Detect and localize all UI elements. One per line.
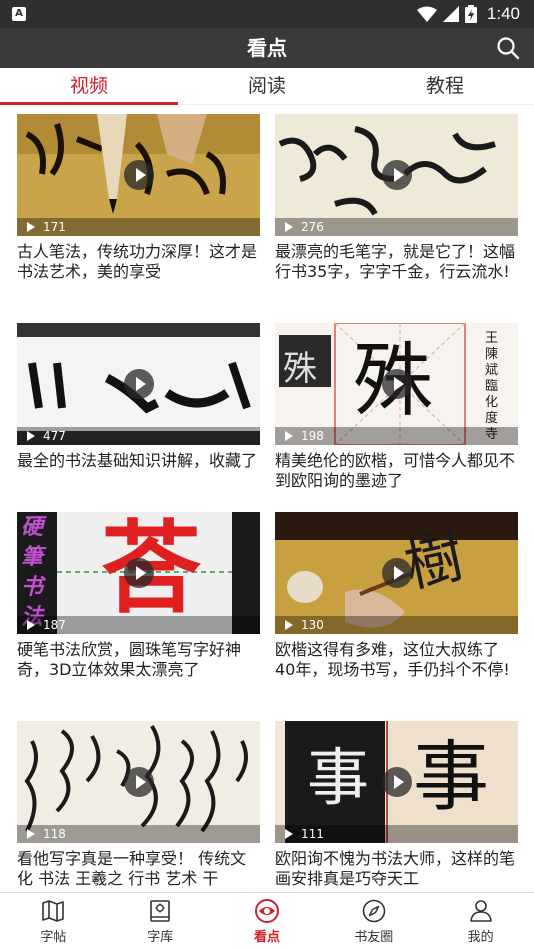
view-count: 276 (275, 218, 518, 236)
video-thumbnail[interactable]: 硬筆书法 荅 187 (17, 512, 260, 634)
video-thumbnail[interactable]: 171 (17, 114, 260, 236)
book-icon (150, 900, 170, 922)
wifi-icon (416, 6, 437, 22)
page-title: 看点 (247, 36, 287, 60)
status-bar: A 1:40 (0, 0, 534, 28)
views-icon (285, 829, 293, 839)
video-title[interactable]: 看他写字真是一种享受！ 传统文化 书法 王羲之 行书 艺术 干 (17, 849, 260, 889)
video-grid: 171 古人笔法，传统功力深厚！这才是书法艺术，美的享受 276 最漂亮的毛笔字… (0, 106, 534, 892)
video-title[interactable]: 最漂亮的毛笔字，就是它了！这幅行书35字，字字千金，行云流水! (275, 242, 518, 282)
video-card[interactable]: 276 最漂亮的毛笔字，就是它了！这幅行书35字，字字千金，行云流水! (275, 114, 518, 282)
compass-icon (362, 899, 386, 923)
video-title[interactable]: 欧阳询不愧为书法大师，这样的笔画安排真是巧夺天工 (275, 849, 518, 889)
play-icon[interactable] (381, 369, 412, 399)
nav-item-watch[interactable]: 看点 (214, 893, 321, 950)
video-title[interactable]: 古人笔法，传统功力深厚！这才是书法艺术，美的享受 (17, 242, 260, 282)
video-card[interactable]: 樹 130 欧楷这得有多难，这位大叔练了40年，现场书写，手仍抖个不停! (275, 512, 518, 680)
video-card[interactable]: 殊 殊 王陳斌臨化度寺 198 精美绝伦的欧楷，可惜今人都见不到欧阳询的墨迹了 (275, 323, 518, 491)
notification-icon: A (12, 7, 26, 21)
nav-label: 字库 (147, 930, 174, 945)
map-icon (42, 900, 65, 922)
nav-label: 字帖 (40, 930, 67, 945)
search-icon[interactable] (496, 36, 520, 60)
views-icon (285, 222, 293, 232)
play-icon[interactable] (123, 558, 154, 588)
view-count: 171 (17, 218, 260, 236)
thumb-side-text: 硬筆书法 (21, 514, 44, 630)
nav-label: 看点 (253, 930, 280, 945)
video-title[interactable]: 精美绝伦的欧楷，可惜今人都见不到欧阳询的墨迹了 (275, 451, 518, 491)
video-card[interactable]: 171 古人笔法，传统功力深厚！这才是书法艺术，美的享受 (17, 114, 260, 282)
thumb-right-char: 事 (413, 732, 489, 821)
views-icon (27, 620, 35, 630)
views-icon (285, 620, 293, 630)
nav-label: 我的 (467, 930, 494, 945)
video-thumbnail[interactable]: 276 (275, 114, 518, 236)
play-icon[interactable] (381, 767, 412, 797)
views-icon (27, 222, 35, 232)
view-count: 187 (17, 616, 260, 634)
video-title[interactable]: 最全的书法基础知识讲解，收藏了 (17, 451, 260, 471)
video-thumbnail[interactable]: 118 (17, 721, 260, 843)
person-icon (469, 900, 492, 922)
thumb-small-char: 殊 (283, 349, 317, 389)
tab-reading[interactable]: 阅读 (178, 68, 356, 104)
video-card[interactable]: 硬筆书法 荅 187 硬笔书法欣赏，圆珠笔写字好神奇，3D立体效果太漂亮了 (17, 512, 260, 680)
eye-icon (254, 899, 279, 923)
play-icon[interactable] (381, 160, 412, 190)
category-tabs: 视频 阅读 教程 (0, 68, 534, 105)
nav-item-community[interactable]: 书友圈 (320, 893, 427, 950)
clock: 1:40 (486, 4, 520, 23)
nav-item-copybook[interactable]: 字帖 (0, 893, 107, 950)
views-icon (285, 431, 293, 441)
views-icon (27, 829, 35, 839)
nav-label: 书友圈 (354, 930, 394, 945)
video-title[interactable]: 硬笔书法欣赏，圆珠笔写字好神奇，3D立体效果太漂亮了 (17, 640, 260, 680)
video-title[interactable]: 欧楷这得有多难，这位大叔练了40年，现场书写，手仍抖个不停! (275, 640, 518, 680)
tab-video[interactable]: 视频 (0, 68, 178, 105)
view-count: 198 (275, 427, 518, 445)
video-thumbnail[interactable]: 事 事 111 (275, 721, 518, 843)
video-thumbnail[interactable]: 477 (17, 323, 260, 445)
tab-tutorial[interactable]: 教程 (356, 68, 534, 104)
video-card[interactable]: 事 事 111 欧阳询不愧为书法大师，这样的笔画安排真是巧夺天工 (275, 721, 518, 889)
bottom-navigation: 字帖 字库 看点 书友圈 我的 (0, 892, 534, 950)
signal-icon (442, 6, 459, 22)
view-count: 118 (17, 825, 260, 843)
play-icon[interactable] (123, 160, 154, 190)
video-card[interactable]: 477 最全的书法基础知识讲解，收藏了 (17, 323, 260, 471)
thumb-left-char: 事 (307, 741, 370, 814)
play-icon[interactable] (123, 369, 154, 399)
views-icon (27, 431, 35, 441)
video-card[interactable]: 118 看他写字真是一种享受！ 传统文化 书法 王羲之 行书 艺术 干 (17, 721, 260, 889)
nav-item-profile[interactable]: 我的 (427, 893, 534, 950)
battery-icon (464, 5, 477, 23)
view-count: 130 (275, 616, 518, 634)
view-count: 111 (275, 825, 518, 843)
play-icon[interactable] (123, 767, 154, 797)
video-thumbnail[interactable]: 樹 130 (275, 512, 518, 634)
nav-item-library[interactable]: 字库 (107, 893, 214, 950)
view-count: 477 (17, 427, 260, 445)
status-icons: 1:40 (416, 4, 520, 24)
app-bar: 看点 (0, 28, 534, 68)
play-icon[interactable] (381, 558, 412, 588)
video-thumbnail[interactable]: 殊 殊 王陳斌臨化度寺 198 (275, 323, 518, 445)
